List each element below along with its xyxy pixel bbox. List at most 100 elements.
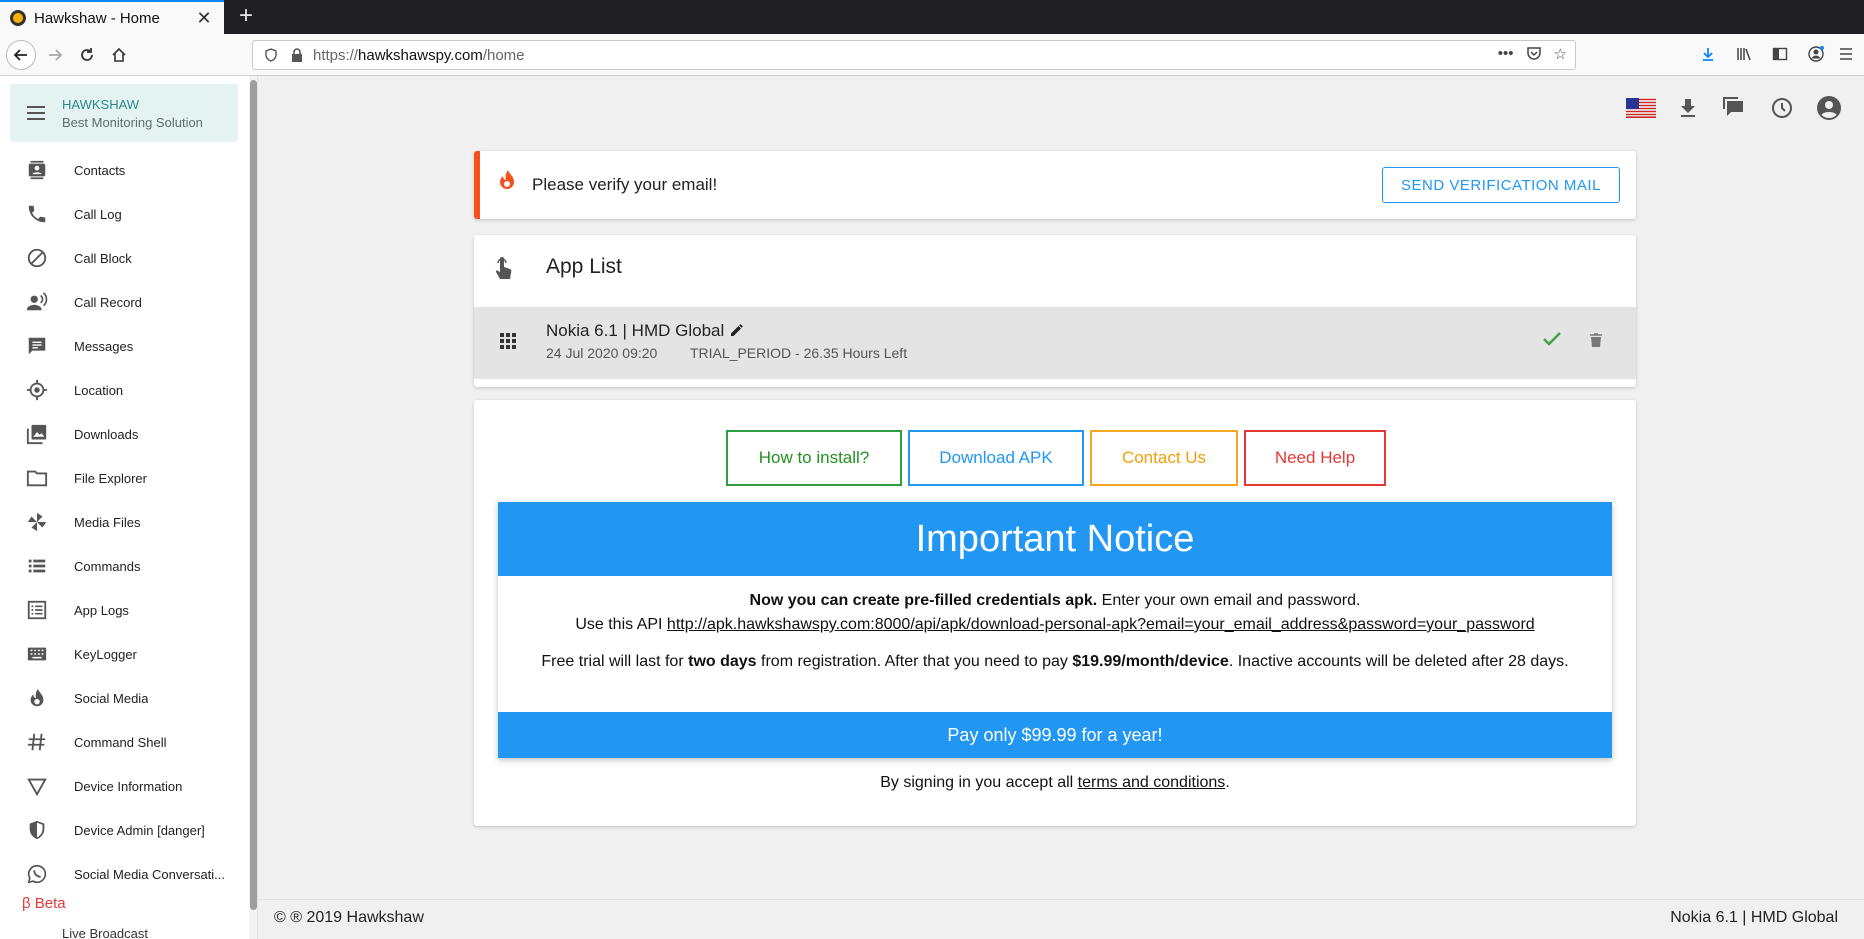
sidebar-scrollbar[interactable] (249, 76, 257, 939)
sidebar-item-call-block[interactable]: Call Block (0, 236, 246, 280)
sidebar-item-call-log[interactable]: Call Log (0, 192, 246, 236)
sidebar-item-label: File Explorer (74, 470, 147, 486)
folder-icon (0, 467, 74, 489)
menu-area (1836, 44, 1856, 64)
touch-hand-icon (494, 257, 514, 286)
footer-copyright: © ® 2019 Hawkshaw (274, 909, 424, 926)
sidebar-item-messages[interactable]: Messages (0, 324, 246, 368)
sidebar-item-social-media[interactable]: Social Media (0, 676, 246, 720)
check-icon[interactable] (1542, 331, 1562, 352)
new-tab-button[interactable]: + (232, 3, 260, 31)
send-verification-button[interactable]: SEND VERIFICATION MAIL (1382, 167, 1620, 203)
forward-button[interactable] (40, 40, 70, 70)
hamburger-menu-icon[interactable] (1836, 44, 1856, 64)
sidebar-item-label: Call Block (74, 250, 132, 266)
whatsapp-icon (0, 863, 74, 885)
apps-grid-icon (500, 333, 516, 354)
contacts-icon (0, 159, 74, 181)
sidebar-item-label: Command Shell (74, 734, 167, 750)
terms-text: By signing in you accept all terms and c… (880, 774, 1230, 791)
how-to-install-button[interactable]: How to install? (726, 430, 902, 486)
sidebar-item-live-broadcast[interactable]: Live Broadcast (14, 926, 148, 939)
notice-title: Important Notice (498, 502, 1612, 576)
download-apk-button[interactable]: Download APK (908, 430, 1084, 486)
beta-label: β Beta (22, 895, 66, 912)
terms-link[interactable]: terms and conditions (1078, 774, 1226, 791)
pay-yearly-button[interactable]: Pay only $99.99 for a year! (498, 712, 1612, 758)
pinwheel-icon (0, 511, 74, 533)
sidebar-item-app-logs[interactable]: App Logs (0, 588, 246, 632)
account-circle-icon[interactable] (1806, 44, 1826, 64)
lock-icon[interactable] (287, 45, 307, 65)
download-icon[interactable] (1673, 94, 1703, 122)
sidebar-item-media-files[interactable]: Media Files (0, 500, 246, 544)
site-favicon-icon (10, 10, 26, 26)
device-row[interactable]: Nokia 6.1 | HMD Global 24 Jul 2020 09:20… (474, 307, 1636, 379)
sidebar-item-contacts[interactable]: Contacts (0, 148, 246, 192)
download-arrow-icon[interactable] (1698, 44, 1718, 64)
reload-button[interactable] (72, 40, 102, 70)
history-clock-icon[interactable] (1767, 94, 1797, 122)
menu-icon[interactable] (10, 105, 62, 121)
brand-subtitle: Best Monitoring Solution (62, 114, 203, 130)
url-text[interactable]: https://hawkshawspy.com/home (313, 47, 1498, 64)
sidebar-item-command-shell[interactable]: Command Shell (0, 720, 246, 764)
browser-nav-bar: https://hawkshawspy.com/home ••• ☆ (0, 34, 1864, 76)
message-icon (0, 335, 74, 357)
browser-tab[interactable]: Hawkshaw - Home ✕ (0, 0, 224, 34)
flame-icon (498, 169, 516, 196)
pocket-icon[interactable] (1526, 45, 1542, 65)
home-icon (112, 47, 126, 62)
sidebar-item-commands[interactable]: Commands (0, 544, 246, 588)
trial-status: TRIAL_PERIOD - 26.35 Hours Left (690, 345, 908, 361)
sidebar-item-keylogger[interactable]: KeyLogger (0, 632, 246, 676)
sidebar-item-label: Messages (74, 338, 134, 354)
list-icon (0, 555, 74, 577)
brand-header[interactable]: HAWKSHAW Best Monitoring Solution (10, 84, 238, 142)
sidebar-item-label: Call Log (74, 206, 122, 222)
important-notice: Important Notice Now you can create pre-… (498, 502, 1612, 758)
sidebar-scroll-thumb[interactable] (250, 80, 257, 910)
keyboard-icon (0, 643, 74, 665)
sidebar-item-location[interactable]: Location (0, 368, 246, 412)
contact-us-button[interactable]: Contact Us (1090, 430, 1238, 486)
app-list-title: App List (546, 255, 622, 278)
address-bar[interactable]: https://hawkshawspy.com/home ••• ☆ (252, 40, 1576, 70)
close-tab-icon[interactable]: ✕ (194, 8, 214, 29)
checklist-icon (0, 599, 74, 621)
notice-line-3: Free trial will last for two days from r… (541, 653, 1569, 670)
us-flag-icon[interactable] (1626, 94, 1656, 122)
api-link[interactable]: http://apk.hawkshawspy.com:8000/api/apk/… (667, 616, 1535, 633)
delete-icon[interactable] (1590, 333, 1602, 352)
toolbar-icons (1698, 44, 1826, 64)
sidebar-item-file-explorer[interactable]: File Explorer (0, 456, 246, 500)
back-button[interactable] (6, 40, 36, 70)
sidebar: HAWKSHAW Best Monitoring Solution Contac… (0, 76, 258, 939)
sidebar-toggle-icon[interactable] (1770, 44, 1790, 64)
sidebar-item-social-media-conversations[interactable]: Social Media Conversati... (0, 852, 246, 896)
bookmark-star-icon[interactable]: ☆ (1554, 45, 1567, 65)
sidebar-item-label: Call Record (74, 294, 142, 310)
home-button[interactable] (104, 40, 134, 70)
sidebar-item-label: Social Media Conversati... (74, 866, 226, 882)
tracking-shield-icon[interactable] (261, 45, 281, 65)
sidebar-item-label: App Logs (74, 602, 129, 618)
flame-icon (0, 687, 74, 709)
page-actions-icon[interactable]: ••• (1498, 45, 1514, 65)
edit-pencil-icon[interactable] (730, 323, 744, 342)
chat-icon[interactable] (1720, 94, 1750, 122)
brand-title: HAWKSHAW (62, 96, 140, 112)
photo-library-icon (0, 423, 74, 445)
account-icon[interactable] (1814, 94, 1844, 122)
sidebar-item-call-record[interactable]: Call Record (0, 280, 246, 324)
sidebar-item-device-admin[interactable]: Device Admin [danger] (0, 808, 246, 852)
need-help-button[interactable]: Need Help (1244, 430, 1386, 486)
footer-device-name: Nokia 6.1 | HMD Global (1670, 909, 1838, 926)
library-icon[interactable] (1734, 44, 1754, 64)
device-name: Nokia 6.1 | HMD Global (546, 321, 725, 340)
arrow-right-icon (49, 49, 63, 61)
sidebar-item-device-information[interactable]: Device Information (0, 764, 246, 808)
info-card: How to install? Download APK Contact Us … (474, 400, 1636, 826)
sidebar-item-downloads[interactable]: Downloads (0, 412, 246, 456)
verify-email-alert: Please verify your email! SEND VERIFICAT… (474, 151, 1636, 219)
